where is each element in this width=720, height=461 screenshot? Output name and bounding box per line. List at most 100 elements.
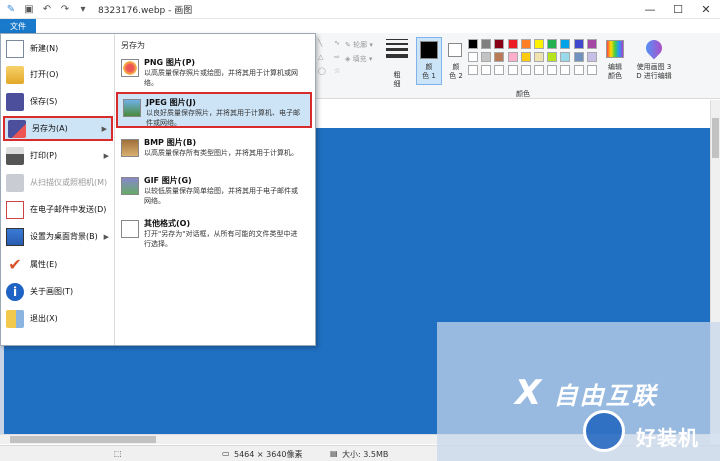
ribbon-tab-row: 文件 xyxy=(0,19,720,33)
palette-swatch[interactable] xyxy=(547,52,558,62)
file-menu-item[interactable]: 在电子邮件中发送(D) xyxy=(3,197,113,222)
palette-swatch[interactable] xyxy=(507,39,518,49)
color2-swatch[interactable] xyxy=(448,43,462,57)
save-as-option[interactable]: PNG 图片(P) 以高质量保存照片或绘图，并将其用于计算机或网络。 xyxy=(116,54,312,90)
redo-icon[interactable]: ↷ xyxy=(58,2,72,16)
palette-swatch[interactable] xyxy=(481,39,492,49)
custom-color-swatch[interactable] xyxy=(573,65,584,75)
customize-toolbar-icon[interactable]: ▾ xyxy=(76,2,90,16)
size-lines-icon[interactable] xyxy=(386,39,408,58)
custom-color-swatch[interactable] xyxy=(507,65,518,75)
horizontal-scroll-thumb[interactable] xyxy=(10,436,156,443)
file-menu-item-label: 在电子邮件中发送(D) xyxy=(30,205,107,214)
custom-color-swatch[interactable] xyxy=(586,65,597,75)
quick-save-icon[interactable]: ▣ xyxy=(22,2,36,16)
colors-group-label: 颜色 xyxy=(516,90,530,98)
watermark-text-2: 好装机 xyxy=(636,426,699,450)
save-as-option[interactable]: BMP 图片(B) 以高质量保存所有类型图片，并将其用于计算机。 xyxy=(116,134,312,170)
file-menu-item-label: 属性(E) xyxy=(30,260,58,269)
scanner-icon xyxy=(6,173,24,192)
selection-icon: ⬚ xyxy=(114,449,122,458)
palette-swatch[interactable] xyxy=(586,52,597,62)
save-as-option[interactable]: 其他格式(O) 打开"另存为"对话框，从所有可能的文件类型中进行选择。 xyxy=(116,215,312,251)
palette-swatch[interactable] xyxy=(468,39,478,49)
png-icon xyxy=(121,59,139,77)
save-as-option-title: PNG 图片(P) xyxy=(144,58,196,67)
palette-swatch[interactable] xyxy=(534,39,544,49)
info-icon: i xyxy=(6,282,24,301)
palette-swatch[interactable] xyxy=(507,52,518,62)
custom-color-swatch[interactable] xyxy=(560,65,571,75)
checkmark-icon: ✔ xyxy=(8,254,22,274)
file-menu-item-label: 新建(N) xyxy=(30,44,59,53)
exit-icon xyxy=(6,309,24,328)
palette-swatch[interactable] xyxy=(534,52,544,62)
color1-label: 颜 色 1 xyxy=(422,63,436,80)
shape-arrow-icon[interactable]: ⇨ xyxy=(334,53,340,61)
shape-triangle-icon[interactable]: △ xyxy=(318,53,323,61)
palette-swatch[interactable] xyxy=(494,39,505,49)
shape-cloud-icon[interactable]: ◯ xyxy=(318,67,326,75)
palette-swatch[interactable] xyxy=(560,52,571,62)
minimize-button[interactable]: — xyxy=(636,0,664,19)
palette-swatch[interactable] xyxy=(520,52,531,62)
save-as-option-title: BMP 图片(B) xyxy=(144,138,197,147)
shapes-fill-button[interactable]: ◈ 填充 ▾ xyxy=(345,54,372,64)
custom-color-swatch[interactable] xyxy=(468,65,478,75)
palette-swatch[interactable] xyxy=(573,52,584,62)
shape-line-icon[interactable]: ╲ xyxy=(318,39,322,47)
file-menu-item[interactable]: 设置为桌面背景(B) ▶ xyxy=(3,224,113,249)
save-as-option[interactable]: GIF 图片(G) 以较低质量保存简单绘图，并将其用于电子邮件或网络。 xyxy=(116,172,312,208)
save-as-icon xyxy=(8,119,26,138)
file-menu-item-label: 从扫描仪或照相机(M) xyxy=(30,178,108,187)
edit-colors-button[interactable]: 编辑 颜色 xyxy=(602,63,628,81)
custom-color-swatch[interactable] xyxy=(520,65,531,75)
file-menu-item-label: 关于画图(T) xyxy=(30,287,74,296)
palette-swatch[interactable] xyxy=(520,39,531,49)
undo-icon[interactable]: ↶ xyxy=(40,2,54,16)
shapes-outline-button[interactable]: ✎ 轮廓 ▾ xyxy=(345,40,373,50)
paint3d-button[interactable]: 使用画图 3 D 进行编辑 xyxy=(633,63,675,81)
custom-color-swatch[interactable] xyxy=(481,65,492,75)
file-menu-item[interactable]: 新建(N) xyxy=(3,36,113,61)
bmp-icon xyxy=(121,139,139,157)
shape-star-icon[interactable]: ☆ xyxy=(334,67,340,75)
palette-swatch[interactable] xyxy=(573,39,584,49)
file-menu-item[interactable]: 打开(O) xyxy=(3,62,113,87)
file-menu-item-label: 另存为(A) xyxy=(32,124,68,133)
desktop-icon xyxy=(6,227,24,246)
close-button[interactable]: ✕ xyxy=(692,0,720,19)
file-menu-item[interactable]: 退出(X) xyxy=(3,306,113,331)
file-tab[interactable]: 文件 xyxy=(0,19,36,33)
palette-swatch[interactable] xyxy=(586,39,597,49)
shape-curve-icon[interactable]: ∿ xyxy=(334,39,340,47)
file-menu-item[interactable]: 另存为(A) ▶ xyxy=(3,116,113,141)
save-as-option-title: JPEG 图片(J) xyxy=(146,98,196,107)
palette-swatch[interactable] xyxy=(547,39,558,49)
file-menu: 新建(N) 打开(O) 保存(S) 另存为(A) ▶ 打印(P) ▶ 从扫描仪或照相机(M) 在… xyxy=(0,33,316,346)
submenu-arrow-icon: ▶ xyxy=(103,232,109,241)
palette-swatch[interactable] xyxy=(494,52,505,62)
palette-swatch[interactable] xyxy=(481,52,492,62)
file-menu-item[interactable]: 从扫描仪或照相机(M) xyxy=(3,170,113,195)
file-menu-item-label: 打开(O) xyxy=(30,70,59,79)
file-menu-item[interactable]: ✔ 属性(E) xyxy=(3,252,113,277)
custom-color-swatch[interactable] xyxy=(494,65,505,75)
maximize-button[interactable]: ☐ xyxy=(664,0,692,19)
palette-swatch[interactable] xyxy=(560,39,571,49)
open-folder-icon xyxy=(6,65,24,84)
window-title: 8323176.webp - 画图 xyxy=(98,5,193,16)
file-menu-item[interactable]: i 关于画图(T) xyxy=(3,279,113,304)
file-menu-item[interactable]: 打印(P) ▶ xyxy=(3,143,113,168)
save-as-option[interactable]: JPEG 图片(J) 以良好质量保存照片，并将其用于计算机、电子邮件或网络。 xyxy=(116,92,312,128)
file-menu-item[interactable]: 保存(S) xyxy=(3,89,113,114)
submenu-arrow-icon: ▶ xyxy=(101,124,107,133)
custom-color-swatch[interactable] xyxy=(547,65,558,75)
custom-color-swatch[interactable] xyxy=(534,65,544,75)
size-label[interactable]: 粗 细 xyxy=(386,71,408,89)
color2-label[interactable]: 颜 色 2 xyxy=(444,63,468,81)
vertical-scroll-thumb[interactable] xyxy=(712,118,719,158)
palette-swatch[interactable] xyxy=(468,52,478,62)
file-size-icon: ▤ xyxy=(330,449,338,458)
submenu-arrow-icon: ▶ xyxy=(103,151,109,160)
